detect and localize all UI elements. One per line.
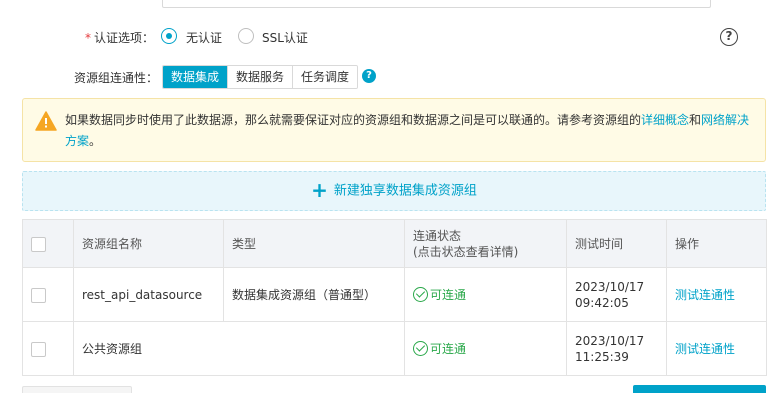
cell-test-time: 2023/10/17 11:25:39	[566, 321, 667, 376]
tab-data-service[interactable]: 数据服务	[227, 66, 293, 88]
cell-test-time: 2023/10/17 09:42:05	[566, 267, 667, 322]
connectivity-tabs: 数据集成 数据服务 任务调度	[162, 65, 359, 89]
test-connectivity-link[interactable]: 测试连通性	[675, 288, 735, 302]
help-badge-icon[interactable]: ?	[362, 69, 376, 83]
cell-name: rest_api_datasource	[73, 267, 224, 322]
cell-name: 公共资源组	[73, 321, 405, 376]
radio-no-auth[interactable]	[161, 28, 177, 44]
warning-icon	[35, 111, 57, 131]
create-exclusive-resource-group-button[interactable]: + 新建独享数据集成资源组	[22, 171, 766, 211]
radio-ssl-auth[interactable]	[238, 28, 254, 44]
required-mark: *	[84, 31, 91, 45]
tab-data-integration[interactable]: 数据集成	[163, 66, 228, 88]
connectivity-notice: 如果数据同步时使用了此数据源，那么就需要保证对应的资源组和数据源之间是可以联通的…	[22, 98, 766, 162]
plus-icon: +	[311, 178, 328, 202]
create-label: 新建独享数据集成资源组	[333, 183, 477, 199]
col-header-type: 类型	[223, 219, 405, 268]
row-checkbox[interactable]	[31, 287, 46, 303]
connectivity-row: 资源组连通性： 数据集成 数据服务 任务调度 ?	[0, 65, 771, 89]
table-row: 公共资源组 可连通 2023/10/17 11:25:39 测试连通性	[22, 321, 767, 376]
col-header-op: 操作	[666, 219, 767, 268]
test-connectivity-link[interactable]: 测试连通性	[675, 342, 735, 356]
row-checkbox[interactable]	[31, 341, 46, 357]
col-header-status: 连通状态 (点击状态查看详情)	[404, 219, 567, 268]
question-circle-icon[interactable]: ?	[720, 28, 738, 46]
batch-test-button[interactable]	[22, 386, 132, 393]
notice-text: 如果数据同步时使用了此数据源，那么就需要保证对应的资源组和数据源之间是可以联通的…	[65, 113, 750, 148]
select-all-cell	[22, 219, 74, 268]
primary-action-button[interactable]	[633, 385, 766, 393]
table-row: rest_api_datasource 数据集成资源组（普通型） 可连通 202…	[22, 267, 767, 322]
resource-group-table: 资源组名称 类型 连通状态 (点击状态查看详情) 测试时间 操作 rest_api…	[22, 219, 767, 376]
radio-no-auth-label[interactable]: 无认证	[186, 29, 222, 46]
table-header-row: 资源组名称 类型 连通状态 (点击状态查看详情) 测试时间 操作	[22, 219, 767, 268]
tab-task-scheduling[interactable]: 任务调度	[292, 66, 358, 88]
radio-ssl-auth-label[interactable]: SSL认证	[262, 29, 308, 46]
status-connectable[interactable]: 可连通	[413, 286, 466, 302]
connectivity-label: 资源组连通性：	[73, 71, 158, 85]
host-input[interactable]	[162, 0, 711, 8]
check-circle-icon	[413, 340, 428, 356]
col-header-name: 资源组名称	[73, 219, 224, 268]
auth-option-row: * 认证选项： 无认证 SSL认证 ?	[0, 27, 771, 47]
auth-option-label: * 认证选项：	[84, 31, 154, 45]
check-circle-icon	[413, 286, 428, 302]
concept-link[interactable]: 详细概念	[641, 113, 689, 127]
status-connectable[interactable]: 可连通	[413, 340, 466, 356]
cell-type: 数据集成资源组（普通型）	[223, 267, 405, 322]
col-header-time: 测试时间	[566, 219, 667, 268]
select-all-checkbox[interactable]	[31, 236, 46, 252]
